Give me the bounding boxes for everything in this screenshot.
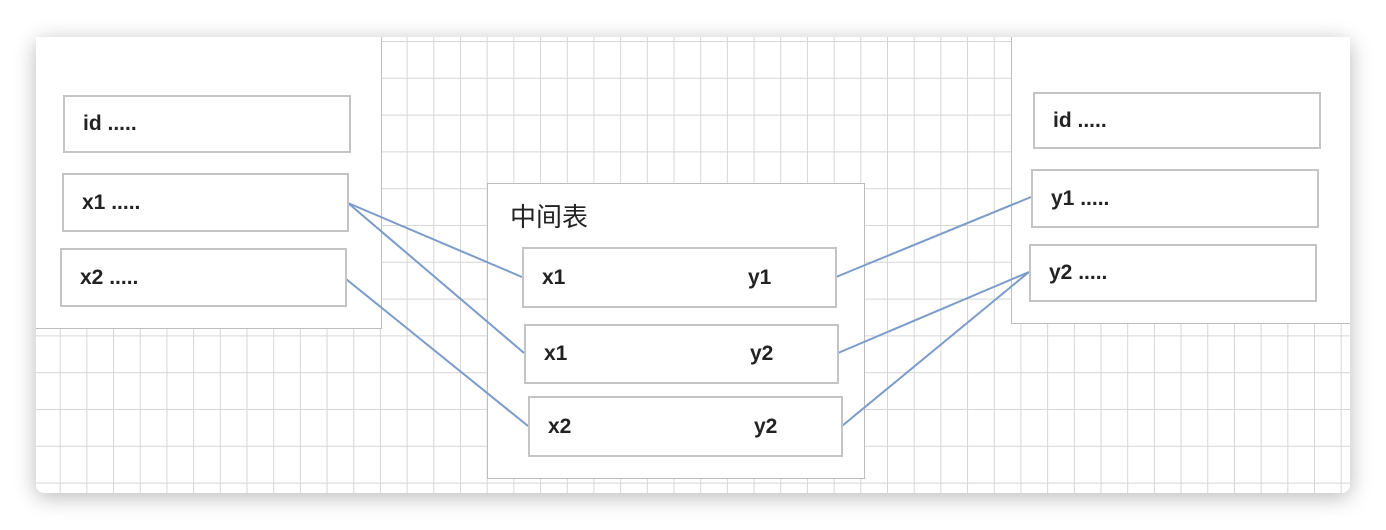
connector-line <box>345 278 529 427</box>
row-right: y2 <box>754 414 778 438</box>
row-right: y2 <box>750 342 774 365</box>
middle-row: x1 y2 <box>524 324 839 384</box>
middle-table-title: 中间表 <box>510 202 589 232</box>
field-label: y1 ..... <box>1051 186 1110 210</box>
middle-row: x1 y1 <box>522 247 837 308</box>
row-left: x1 <box>544 342 568 365</box>
row-left: x2 <box>548 414 572 438</box>
connector-line <box>347 202 525 354</box>
right-field-id: id ..... <box>1033 92 1321 149</box>
field-label: id ..... <box>83 112 137 135</box>
connector-line <box>841 271 1030 427</box>
field-label: id ..... <box>1053 108 1107 132</box>
right-field-y1: y1 ..... <box>1031 169 1319 228</box>
row-left: x1 <box>542 265 566 289</box>
field-label: x2 ..... <box>80 265 139 289</box>
row-right: y1 <box>748 265 772 289</box>
connector-line <box>835 196 1032 278</box>
connector-line <box>347 202 523 278</box>
right-field-y2: y2 ..... <box>1029 244 1317 302</box>
left-field-x1: x1 ..... <box>62 173 349 232</box>
middle-row: x2 y2 <box>528 396 843 457</box>
left-field-id: id ..... <box>63 95 351 153</box>
field-label: y2 ..... <box>1049 261 1108 284</box>
field-label: x1 ..... <box>82 190 141 214</box>
left-field-x2: x2 ..... <box>60 248 347 307</box>
connector-line <box>837 271 1030 354</box>
